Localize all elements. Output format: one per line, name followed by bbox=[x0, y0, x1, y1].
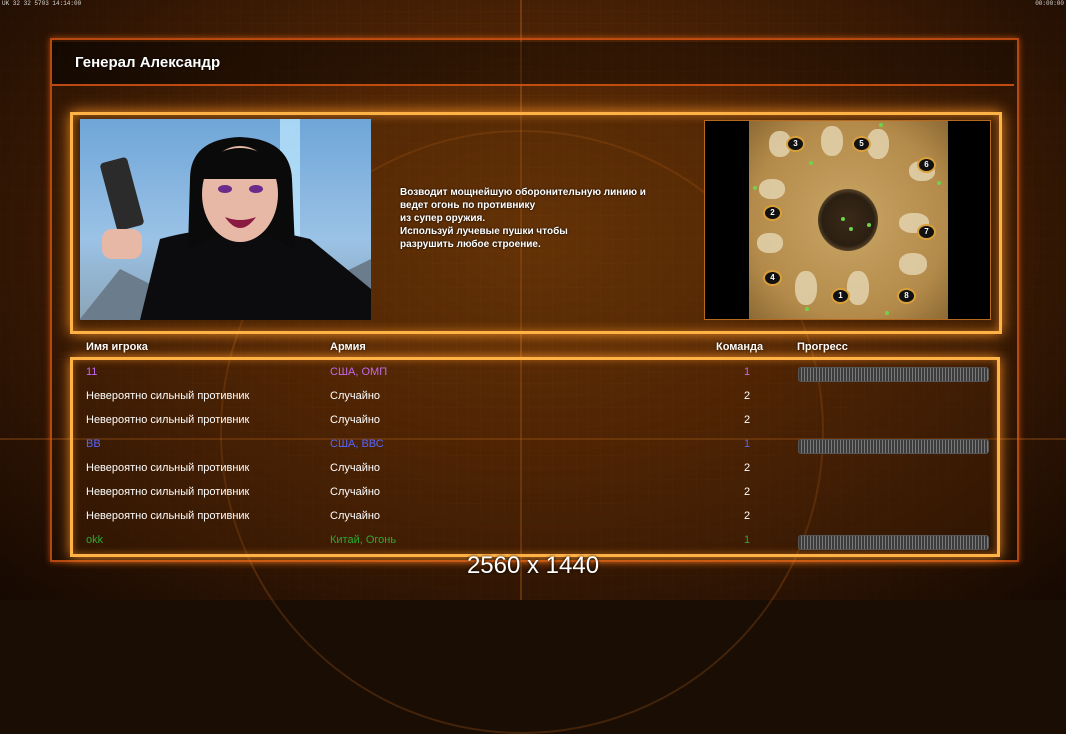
map-tree bbox=[849, 227, 853, 231]
column-header-team: Команда bbox=[716, 341, 764, 353]
player-row: Невероятно сильный противник Случайно 2 bbox=[0, 409, 1066, 433]
map-tree bbox=[867, 223, 871, 227]
column-header-player-name: Имя игрока bbox=[86, 341, 148, 353]
player-row: Невероятно сильный противник Случайно 2 bbox=[0, 385, 1066, 409]
player-row: BB США, ВВС 1 bbox=[0, 433, 1066, 457]
player-progress-bar bbox=[798, 535, 989, 550]
player-name: Невероятно сильный противник bbox=[86, 390, 250, 402]
map-rock bbox=[795, 271, 817, 305]
player-team: 2 bbox=[744, 462, 751, 474]
map-rock bbox=[899, 253, 927, 275]
spawn-marker: 1 bbox=[831, 288, 850, 304]
column-header-army: Армия bbox=[330, 341, 366, 353]
map-center-crater bbox=[818, 189, 878, 251]
resolution-label: 2560 x 1440 bbox=[466, 552, 600, 579]
player-row: Невероятно сильный противник Случайно 2 bbox=[0, 481, 1066, 505]
map-rock bbox=[759, 179, 785, 199]
player-row: 11 США, ОМП 1 bbox=[0, 361, 1066, 385]
player-progress-bar bbox=[798, 439, 989, 454]
map-tree bbox=[753, 186, 757, 190]
spawn-marker: 2 bbox=[763, 205, 782, 221]
player-army: США, ВВС bbox=[330, 438, 384, 450]
spawn-marker: 6 bbox=[917, 157, 936, 173]
player-team: 1 bbox=[744, 438, 751, 450]
player-army: Случайно bbox=[330, 462, 381, 474]
player-name: Невероятно сильный противник bbox=[86, 414, 250, 426]
map-tree bbox=[805, 307, 809, 311]
player-progress-bar bbox=[798, 367, 989, 382]
map-tree bbox=[885, 311, 889, 315]
map-tree bbox=[879, 123, 883, 127]
general-portrait bbox=[80, 119, 371, 320]
map-rock bbox=[821, 126, 843, 156]
player-name: Невероятно сильный противник bbox=[86, 510, 250, 522]
player-army: Случайно bbox=[330, 486, 381, 498]
player-army: Случайно bbox=[330, 510, 381, 522]
player-team: 2 bbox=[744, 414, 751, 426]
player-name: 11 bbox=[86, 366, 98, 378]
map-tree bbox=[841, 217, 845, 221]
portrait-image bbox=[80, 119, 371, 320]
player-team: 1 bbox=[744, 534, 751, 546]
column-header-progress: Прогресс bbox=[797, 341, 848, 353]
map-preview: 3 5 6 2 7 4 1 8 bbox=[704, 120, 991, 320]
player-name: BB bbox=[86, 438, 101, 450]
player-name: okk bbox=[86, 534, 104, 546]
player-army: США, ОМП bbox=[330, 366, 388, 378]
hud-right-readout: 00:00:00 bbox=[1035, 0, 1064, 7]
map-rock bbox=[757, 233, 783, 253]
spawn-marker: 5 bbox=[852, 136, 871, 152]
player-team: 2 bbox=[744, 510, 751, 522]
player-row: Невероятно сильный противник Случайно 2 bbox=[0, 457, 1066, 481]
player-team: 2 bbox=[744, 486, 751, 498]
map-tree bbox=[937, 181, 941, 185]
map-terrain: 3 5 6 2 7 4 1 8 bbox=[749, 121, 948, 319]
hud-left-readout: UK 32 32 5703 14:14:00 bbox=[2, 0, 82, 7]
top-hud: UK 32 32 5703 14:14:00 00:00:00 bbox=[0, 0, 1066, 8]
spawn-marker: 4 bbox=[763, 270, 782, 286]
player-army: Случайно bbox=[330, 390, 381, 402]
player-row: Невероятно сильный противник Случайно 2 bbox=[0, 505, 1066, 529]
spawn-marker: 8 bbox=[897, 288, 916, 304]
general-title: Генерал Александр bbox=[75, 54, 221, 71]
player-team: 2 bbox=[744, 390, 751, 402]
player-name: Невероятно сильный противник bbox=[86, 462, 250, 474]
player-team: 1 bbox=[744, 366, 751, 378]
player-army: Случайно bbox=[330, 414, 381, 426]
map-tree bbox=[809, 161, 813, 165]
spawn-marker: 3 bbox=[786, 136, 805, 152]
player-name: Невероятно сильный противник bbox=[86, 486, 250, 498]
player-army: Китай, Огонь bbox=[330, 534, 397, 546]
player-row: okk Китай, Огонь 1 bbox=[0, 529, 1066, 553]
spawn-marker: 7 bbox=[917, 224, 936, 240]
general-description: Возводит мощнейшую оборонительную линию … bbox=[400, 187, 646, 250]
map-rock bbox=[847, 271, 869, 305]
